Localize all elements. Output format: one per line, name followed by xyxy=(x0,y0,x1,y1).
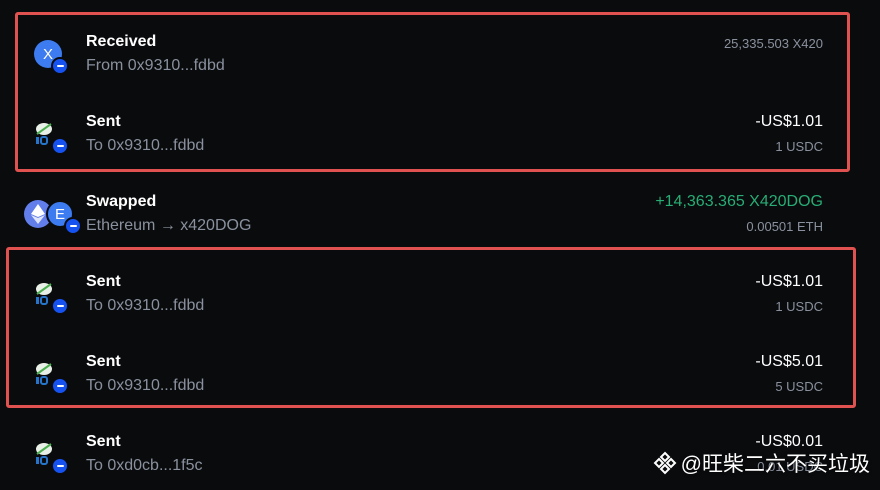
watermark-text: @旺柴二六不买垃圾 xyxy=(680,453,870,476)
transaction-title: Sent xyxy=(86,273,121,290)
x420-token-icon: X xyxy=(34,40,69,75)
transaction-counterparty: From 0x9310...fdbd xyxy=(86,57,225,74)
transaction-title: Sent xyxy=(86,353,121,370)
transaction-fiat-amount: -US$1.01 xyxy=(755,273,823,290)
transaction-row-received[interactable]: X Received From 0x9310...fdbd 25,335.503… xyxy=(0,10,880,90)
transaction-title: Received xyxy=(86,33,157,50)
eth-to-x420dog-swap-icon: E xyxy=(24,200,82,235)
transaction-title: Sent xyxy=(86,433,121,450)
transaction-row-swapped[interactable]: E Swapped Ethereum → x420DOG +14,363.365… xyxy=(0,170,880,250)
transaction-token-amount: 1 USDC xyxy=(775,299,823,314)
transaction-fiat-amount: -US$5.01 xyxy=(755,353,823,370)
transaction-swap-pair: Ethereum → x420DOG xyxy=(86,217,252,234)
transaction-title: Sent xyxy=(86,113,121,130)
transaction-token-amount: 1 USDC xyxy=(775,139,823,154)
usdc-token-icon xyxy=(34,120,69,155)
transaction-counterparty: To 0x9310...fdbd xyxy=(86,377,205,394)
ethereum-diamond-icon xyxy=(31,204,45,224)
transaction-title: Swapped xyxy=(86,193,157,210)
transaction-token-amount: 5 USDC xyxy=(775,379,823,394)
transaction-received-amount: +14,363.365 X420DOG xyxy=(655,193,823,210)
transaction-counterparty: To 0x9310...fdbd xyxy=(86,297,205,314)
usdc-token-icon xyxy=(34,280,69,315)
binance-square-logo-icon xyxy=(653,451,677,475)
base-network-badge-icon xyxy=(51,297,69,315)
usdc-token-icon xyxy=(34,360,69,395)
base-network-badge-icon xyxy=(51,57,69,75)
base-network-badge-icon xyxy=(51,457,69,475)
transaction-row-sent[interactable]: Sent To 0x9310...fdbd -US$1.01 1 USDC xyxy=(0,90,880,170)
transaction-fiat-amount: -US$1.01 xyxy=(755,113,823,130)
base-network-badge-icon xyxy=(51,377,69,395)
transaction-counterparty: To 0x9310...fdbd xyxy=(86,137,205,154)
watermark: @旺柴二六不买垃圾 xyxy=(653,448,870,478)
transaction-token-amount: 0.00501 ETH xyxy=(746,219,823,234)
usdc-token-icon xyxy=(34,440,69,475)
base-network-badge-icon xyxy=(64,217,82,235)
transaction-token-amount: 25,335.503 X420 xyxy=(723,36,823,51)
transaction-counterparty: To 0xd0cb...1f5c xyxy=(86,457,203,474)
transaction-row-sent[interactable]: Sent To 0x9310...fdbd -US$1.01 1 USDC xyxy=(0,250,880,330)
transaction-row-sent[interactable]: Sent To 0x9310...fdbd -US$5.01 5 USDC xyxy=(0,330,880,410)
base-network-badge-icon xyxy=(51,137,69,155)
